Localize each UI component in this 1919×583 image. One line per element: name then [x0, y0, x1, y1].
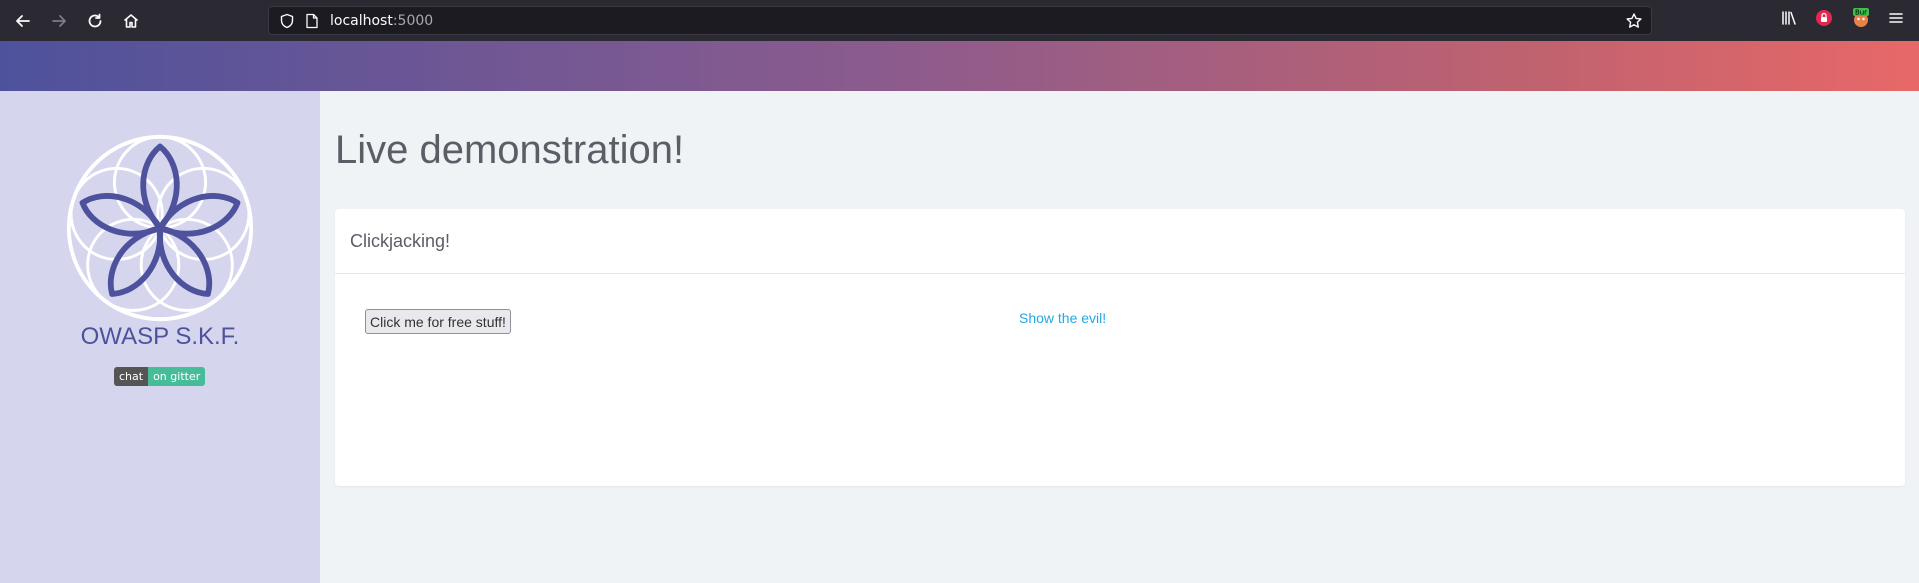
reload-button[interactable]: [82, 8, 108, 34]
badge-value: on gitter: [148, 367, 206, 386]
back-button[interactable]: [10, 8, 36, 34]
home-icon: [123, 14, 139, 28]
arrow-left-icon: [16, 15, 30, 27]
owasp-skf-logo-icon: [66, 134, 254, 322]
show-evil-link[interactable]: Show the evil!: [1019, 310, 1106, 326]
shield-icon[interactable]: [279, 13, 295, 29]
url-bar[interactable]: localhost:5000: [268, 6, 1652, 35]
reload-icon: [88, 13, 102, 28]
badge-label: chat: [114, 367, 149, 386]
burp-extension-icon[interactable]: Bur: [1850, 6, 1872, 28]
page-icon[interactable]: [305, 13, 319, 29]
browser-toolbar: localhost:5000 Bur: [0, 0, 1919, 41]
arrow-right-icon: [52, 15, 66, 27]
gradient-header: [0, 41, 1919, 91]
free-stuff-button[interactable]: Click me for free stuff!: [365, 309, 511, 334]
hamburger-menu-icon[interactable]: [1887, 9, 1905, 27]
page-title: Live demonstration!: [335, 128, 685, 172]
gitter-chat-badge[interactable]: chat on gitter: [114, 367, 206, 386]
forward-button[interactable]: [46, 8, 72, 34]
clickjacking-card: Clickjacking! Click me for free stuff! S…: [335, 209, 1905, 486]
card-header: Clickjacking!: [335, 209, 1905, 274]
bookmark-star-icon[interactable]: [1625, 12, 1643, 30]
card-title: Clickjacking!: [350, 230, 451, 251]
library-icon[interactable]: [1780, 9, 1798, 27]
url-text: localhost:5000: [330, 13, 434, 29]
brand-name: OWASP S.K.F.: [80, 323, 240, 350]
lock-extension-icon[interactable]: [1815, 9, 1833, 27]
home-button[interactable]: [118, 8, 144, 34]
sidebar: OWASP S.K.F. chat on gitter: [0, 91, 320, 583]
svg-text:Bur: Bur: [1855, 9, 1867, 17]
